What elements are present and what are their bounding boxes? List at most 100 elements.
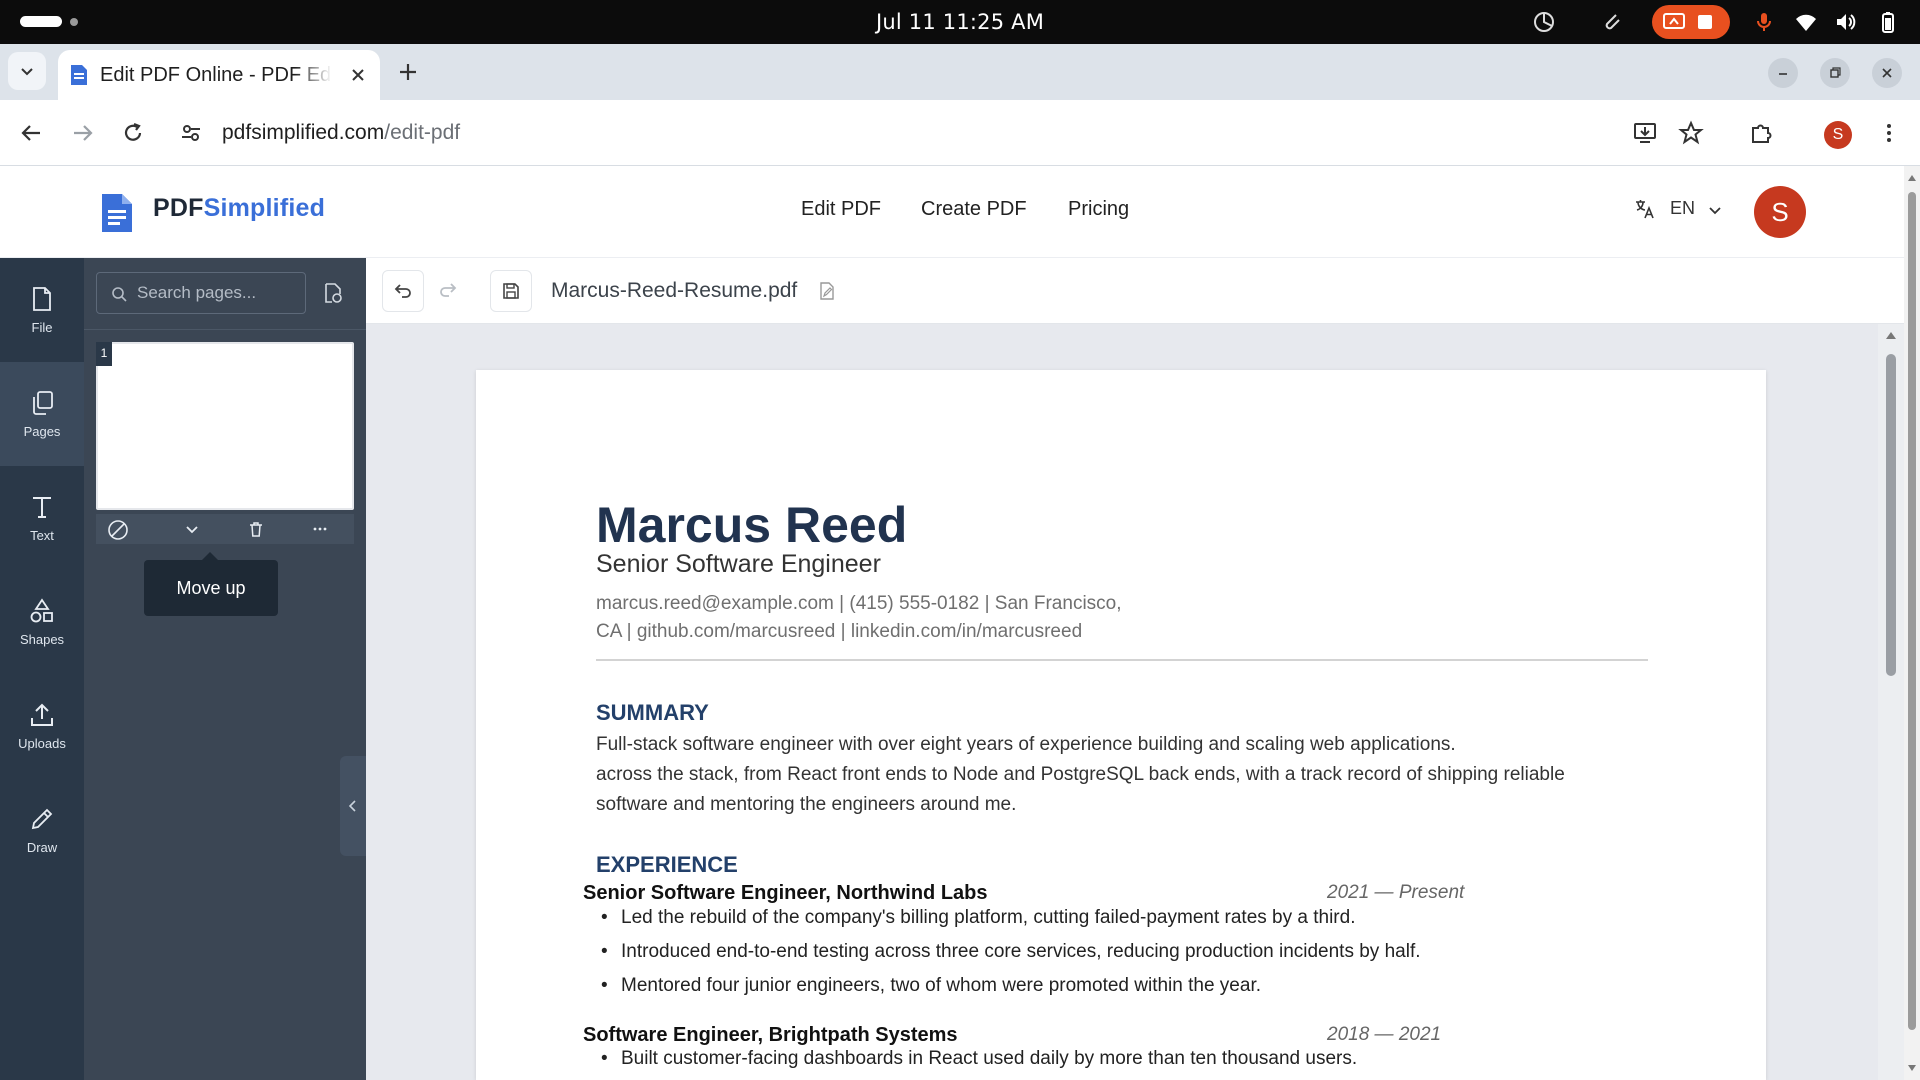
bookmark-star-icon[interactable] [1678, 120, 1704, 146]
tab-title: Edit PDF Online - PDF Editor [100, 64, 332, 86]
volume-icon[interactable] [1834, 10, 1858, 34]
save-icon [503, 283, 519, 299]
contact-line-1: marcus.reed@example.com | (415) 555-0182… [596, 593, 1122, 614]
minimize-button[interactable] [1768, 58, 1798, 88]
chrome-status-icon[interactable] [1532, 10, 1556, 34]
wifi-icon[interactable] [1794, 10, 1818, 34]
rail-label: Pages [23, 424, 61, 439]
document-scroll-thumb[interactable] [1886, 354, 1896, 676]
pages-panel: Search pages... 1 Move up [84, 258, 366, 1080]
rename-file-icon[interactable] [818, 282, 836, 300]
summary-heading[interactable]: SUMMARY [596, 700, 709, 726]
maximize-button[interactable] [1820, 58, 1850, 88]
pages-icon [33, 391, 53, 415]
close-window-button[interactable] [1872, 58, 1902, 88]
more-vertical-icon[interactable] [1876, 120, 1902, 146]
nav-create-pdf[interactable]: Create PDF [921, 198, 1027, 221]
job-title[interactable]: Software Engineer, Brightpath Systems [583, 1024, 958, 1047]
undo-button[interactable] [382, 270, 424, 312]
job-bullet[interactable]: Led the rebuild of the company's billing… [601, 907, 1355, 929]
rail-item-file[interactable]: File [0, 258, 84, 362]
page-replace-icon[interactable] [322, 282, 344, 304]
forward-arrow-icon[interactable] [70, 120, 96, 146]
move-up-button[interactable] [96, 514, 160, 544]
microphone-icon[interactable] [1752, 10, 1776, 34]
scroll-up-arrow-icon[interactable] [1885, 330, 1897, 340]
nav-edit-pdf[interactable]: Edit PDF [801, 198, 881, 221]
site-settings-icon[interactable] [180, 122, 202, 144]
address-bar[interactable]: pdfsimplified.com/edit-pdf [168, 110, 1618, 156]
rail-label: Uploads [18, 736, 66, 751]
document-toolbar: Marcus-Reed-Resume.pdf [366, 258, 1904, 324]
rail-item-shapes[interactable]: Shapes [0, 570, 84, 674]
experience-heading[interactable]: EXPERIENCE [596, 852, 738, 878]
restore-icon [1830, 67, 1841, 78]
pdfsimplified-logo-icon[interactable] [100, 192, 134, 234]
summary-line: software and mentoring the engineers aro… [596, 794, 1017, 815]
site-logo-text[interactable]: PDFSimplified [153, 194, 325, 223]
summary-paragraph[interactable]: Full-stack software engineer with over e… [596, 730, 1656, 820]
user-avatar[interactable]: S [1754, 186, 1806, 238]
chevron-left-icon [348, 800, 356, 812]
resume-title[interactable]: Senior Software Engineer [596, 550, 881, 579]
screen-record-indicator[interactable] [1652, 5, 1730, 39]
editor-tool-rail: File Pages Text Shapes Uploads Draw [0, 258, 84, 1080]
resume-contact[interactable]: marcus.reed@example.com | (415) 555-0182… [596, 590, 1196, 646]
save-button[interactable] [490, 270, 532, 312]
file-icon [33, 287, 51, 311]
redo-icon[interactable] [438, 280, 458, 300]
collapse-panel-button[interactable] [340, 756, 366, 856]
site-header: PDFSimplified Edit PDF Create PDF Pricin… [0, 166, 1904, 258]
page-scrollbar[interactable] [1904, 166, 1920, 1080]
tab-list-button[interactable] [8, 52, 46, 90]
trash-icon [250, 522, 262, 537]
move-down-button[interactable] [160, 514, 224, 544]
attachment-icon[interactable] [1600, 10, 1624, 34]
rail-item-pages[interactable]: Pages [0, 362, 84, 466]
job-bullet[interactable]: Mentored four junior engineers, two of w… [601, 975, 1261, 997]
back-arrow-icon[interactable] [18, 120, 44, 146]
job-dates[interactable]: 2021 — Present [1327, 882, 1464, 904]
document-filename[interactable]: Marcus-Reed-Resume.pdf [551, 258, 797, 324]
pencil-icon [31, 808, 53, 830]
page-more-button[interactable] [288, 514, 352, 544]
job-bullet[interactable]: Built customer-facing dashboards in Reac… [601, 1048, 1357, 1070]
rail-item-draw[interactable]: Draw [0, 778, 84, 882]
pdf-page[interactable]: Marcus Reed Senior Software Engineer mar… [476, 370, 1766, 1080]
extensions-icon[interactable] [1748, 120, 1774, 146]
close-tab-icon[interactable] [346, 63, 370, 87]
install-app-icon[interactable] [1632, 120, 1658, 146]
browser-toolbar: pdfsimplified.com/edit-pdf S [0, 100, 1920, 166]
search-icon [112, 287, 127, 302]
browser-tab-active[interactable]: Edit PDF Online - PDF Editor [58, 50, 380, 100]
chevron-down-icon [1709, 207, 1721, 215]
reload-icon[interactable] [120, 120, 146, 146]
rail-label: Text [30, 528, 54, 543]
rail-label: File [31, 320, 53, 335]
page-thumbnail[interactable] [96, 342, 354, 510]
new-tab-plus-icon[interactable] [394, 58, 422, 86]
shapes-icon [30, 598, 53, 623]
battery-icon[interactable] [1876, 10, 1900, 34]
search-pages-input[interactable]: Search pages... [96, 272, 306, 314]
page-scroll-thumb[interactable] [1908, 192, 1916, 1030]
browser-tab-strip: Edit PDF Online - PDF Editor [0, 44, 1920, 100]
scroll-down-arrow-icon[interactable] [1907, 1064, 1917, 1072]
language-code: EN [1670, 198, 1696, 218]
os-clock[interactable]: Jul 11 11:25 AM [0, 0, 1920, 44]
rail-label: Shapes [19, 632, 65, 647]
job-dates[interactable]: 2018 — 2021 [1327, 1024, 1441, 1046]
rail-item-uploads[interactable]: Uploads [0, 674, 84, 778]
delete-page-button[interactable] [224, 514, 288, 544]
url-path: /edit-pdf [384, 121, 461, 144]
rail-item-text[interactable]: Text [0, 466, 84, 570]
scroll-up-arrow-icon[interactable] [1907, 174, 1917, 182]
document-scrollbar[interactable] [1878, 324, 1904, 1080]
job-title[interactable]: Senior Software Engineer, Northwind Labs [583, 882, 988, 905]
nav-pricing[interactable]: Pricing [1068, 198, 1129, 221]
logo-accent: Simplified [203, 194, 326, 222]
profile-avatar-small[interactable]: S [1824, 121, 1852, 149]
stop-icon [1698, 15, 1712, 29]
job-bullet[interactable]: Introduced end-to-end testing across thr… [601, 941, 1421, 963]
resume-name[interactable]: Marcus Reed [596, 496, 907, 554]
